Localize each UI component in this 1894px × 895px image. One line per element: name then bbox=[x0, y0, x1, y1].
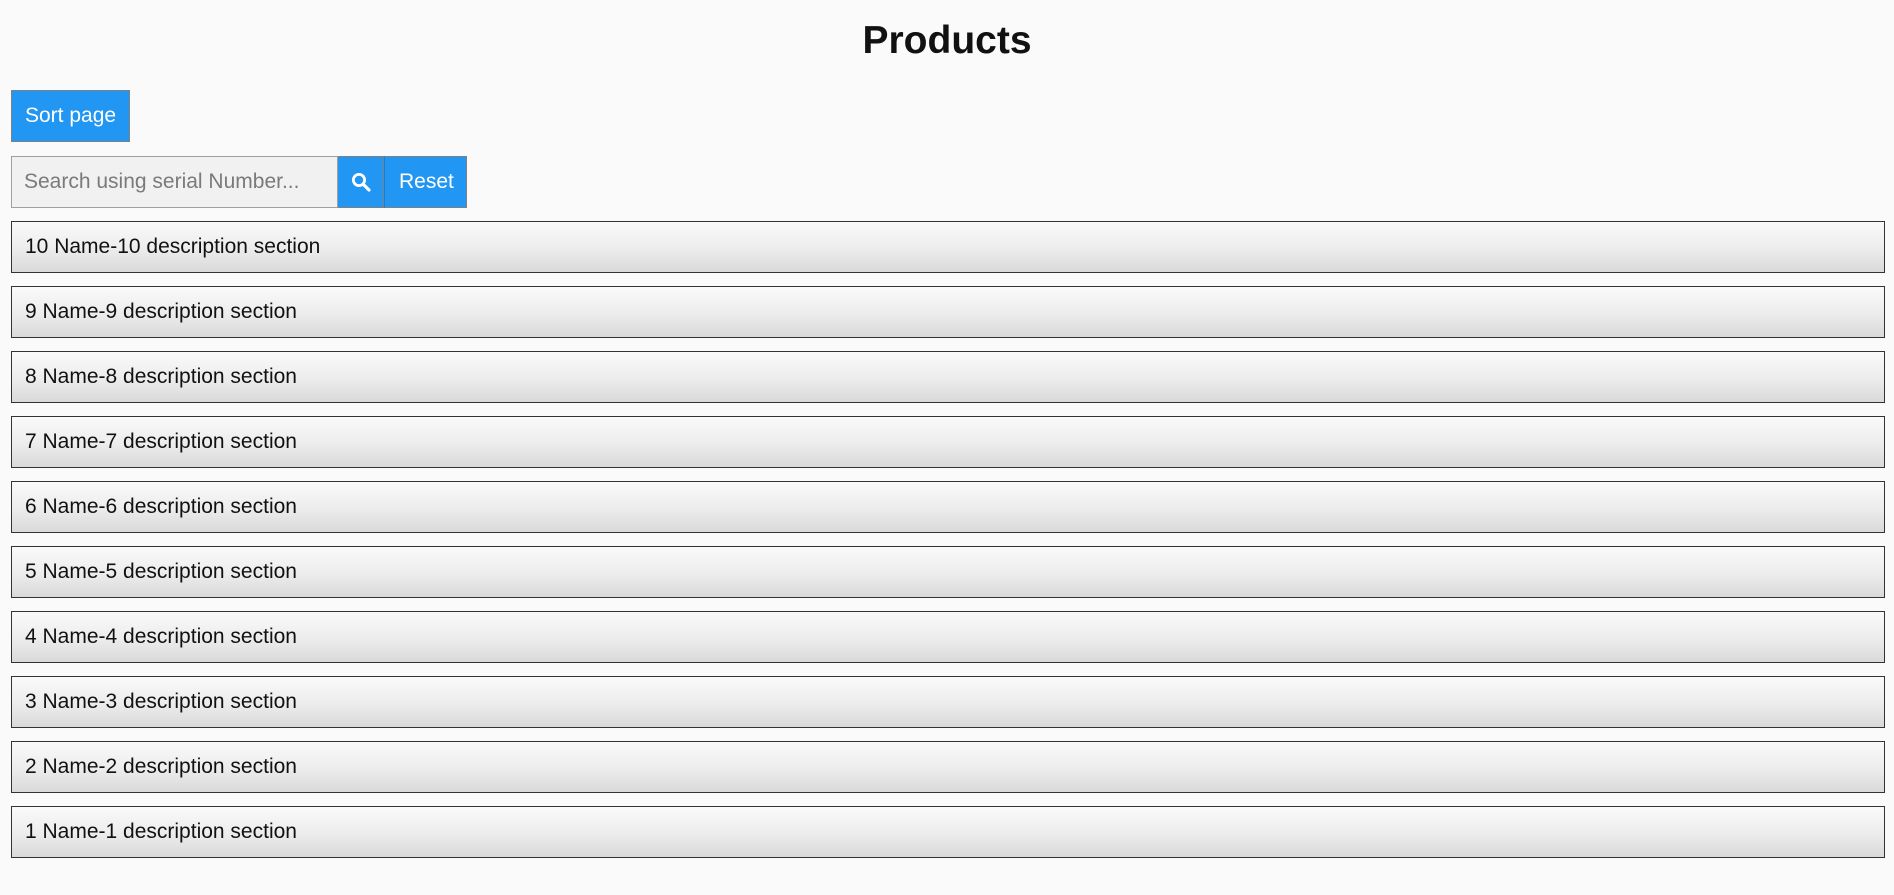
search-icon bbox=[351, 173, 371, 192]
sort-row: Sort page bbox=[11, 90, 1883, 142]
product-item[interactable]: 10 Name-10 description section bbox=[11, 221, 1885, 273]
product-item[interactable]: 4 Name-4 description section bbox=[11, 611, 1885, 663]
product-item[interactable]: 1 Name-1 description section bbox=[11, 806, 1885, 858]
search-input[interactable] bbox=[11, 156, 338, 208]
product-item[interactable]: 5 Name-5 description section bbox=[11, 546, 1885, 598]
page-title: Products bbox=[862, 19, 1032, 62]
search-bar: Reset bbox=[11, 156, 1883, 208]
product-item[interactable]: 9 Name-9 description section bbox=[11, 286, 1885, 338]
product-item[interactable]: 8 Name-8 description section bbox=[11, 351, 1885, 403]
products-page: Products Sort page Reset 10 Name-10 desc… bbox=[0, 0, 1894, 895]
search-button[interactable] bbox=[338, 156, 384, 208]
reset-button[interactable]: Reset bbox=[384, 156, 467, 208]
product-list: 10 Name-10 description section 9 Name-9 … bbox=[11, 221, 1885, 858]
product-item[interactable]: 6 Name-6 description section bbox=[11, 481, 1885, 533]
product-item[interactable]: 2 Name-2 description section bbox=[11, 741, 1885, 793]
product-item[interactable]: 7 Name-7 description section bbox=[11, 416, 1885, 468]
product-item[interactable]: 3 Name-3 description section bbox=[11, 676, 1885, 728]
sort-page-button[interactable]: Sort page bbox=[11, 90, 131, 142]
